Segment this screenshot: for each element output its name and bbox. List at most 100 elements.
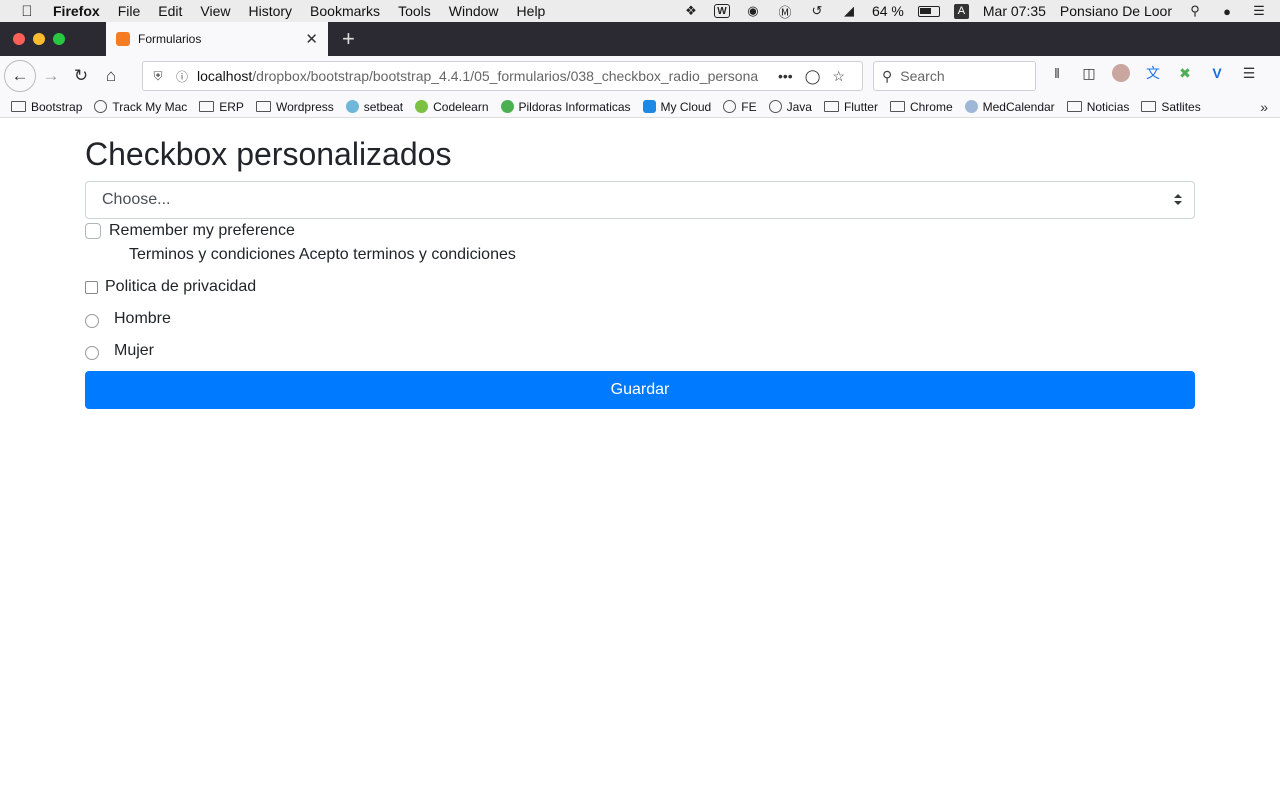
account-avatar-icon[interactable] [1112, 64, 1130, 82]
page-content: Checkbox personalizados Choose... Rememb… [0, 119, 1280, 800]
dropbox-icon[interactable]: ❖ [682, 3, 700, 19]
bookmark-fe[interactable]: FE [723, 99, 757, 114]
wifi-icon[interactable]: ◢ [840, 3, 858, 19]
guardar-button[interactable]: Guardar [85, 371, 1195, 409]
menu-bookmarks[interactable]: Bookmarks [310, 3, 380, 19]
privacy-row: Politica de privacidad [85, 278, 256, 296]
menu-history[interactable]: History [248, 3, 292, 19]
url-text[interactable]: localhost/dropbox/bootstrap/bootstrap_4.… [197, 68, 772, 84]
bookmark-wordpress[interactable]: Wordpress [255, 100, 334, 114]
reload-button[interactable]: ↻ [66, 61, 96, 91]
bookmark-star-icon[interactable]: ☆ [832, 68, 845, 85]
bookmark-java[interactable]: Java [768, 99, 812, 114]
bookmark-label: Noticias [1086, 99, 1130, 114]
bookmark-noticias[interactable]: Noticias [1066, 99, 1130, 114]
folder-icon [1066, 101, 1082, 112]
bookmark-label: setbeat [363, 99, 404, 114]
bookmark-label: Chrome [909, 99, 953, 114]
minimize-window-button[interactable] [33, 33, 45, 45]
bookmark-label: Pildoras Informaticas [518, 99, 631, 114]
translate-icon[interactable]: 文 [1144, 64, 1162, 82]
window-controls [13, 33, 106, 45]
radio-mujer-label[interactable]: Mujer [114, 342, 154, 360]
open-menu-icon[interactable]: ☰ [1240, 64, 1258, 82]
siri-icon[interactable]: ● [1218, 3, 1236, 19]
remember-preference-checkbox[interactable] [85, 223, 101, 239]
terms-text: Terminos y condiciones Acepto terminos y… [129, 246, 516, 263]
site-info-icon[interactable]: ⓘ [173, 68, 191, 85]
home-button[interactable]: ⌂ [96, 61, 126, 91]
page-title: Checkbox personalizados [85, 136, 452, 172]
bookmark-track-my-mac[interactable]: Track My Mac [94, 100, 187, 114]
radio-mujer[interactable] [85, 345, 99, 360]
pocket-icon[interactable]: ◯ [805, 68, 821, 85]
sidebar-icon[interactable]: ◫ [1080, 64, 1098, 82]
radio-hombre[interactable] [85, 313, 99, 328]
new-tab-button[interactable]: + [342, 26, 355, 52]
vimeo-extension-icon[interactable]: V [1208, 64, 1226, 82]
remember-preference-label[interactable]: Remember my preference [109, 222, 295, 240]
folder-icon [889, 101, 905, 112]
search-box[interactable]: ⚲ Search [873, 61, 1036, 91]
bookmark-satlites[interactable]: Satlites [1141, 100, 1201, 114]
medcalendar-icon [964, 100, 978, 113]
menubar-user[interactable]: Ponsiano De Loor [1060, 3, 1172, 19]
globe-icon [94, 100, 108, 113]
time-machine-icon[interactable]: ↺ [808, 3, 826, 19]
bookmark-my-cloud[interactable]: My Cloud [642, 100, 711, 114]
tracking-protection-icon[interactable]: ⛨ [149, 69, 167, 84]
bookmark-chrome[interactable]: Chrome [889, 99, 953, 114]
wd-drive-icon[interactable]: W [713, 4, 730, 18]
bookmark-label: Bootstrap [31, 99, 83, 114]
tab-formularios[interactable]: Formularios ✕ [106, 22, 328, 56]
pildoras-icon [500, 100, 514, 113]
menubar-clock[interactable]: Mar 07:35 [983, 3, 1046, 19]
bookmark-medcalendar[interactable]: MedCalendar [964, 100, 1055, 114]
menu-edit[interactable]: Edit [158, 3, 182, 19]
privacy-label[interactable]: Politica de privacidad [105, 278, 256, 296]
close-tab-icon[interactable]: ✕ [305, 30, 318, 48]
bookmark-label: Java [786, 99, 812, 114]
folder-icon [11, 101, 26, 112]
bookmark-label: Flutter [843, 99, 878, 114]
search-icon: ⚲ [882, 67, 893, 84]
page-actions-icon[interactable]: ••• [778, 68, 793, 85]
privacy-checkbox[interactable] [85, 280, 98, 294]
menu-file[interactable]: File [118, 3, 141, 19]
bookmark-label: ERP [219, 99, 244, 114]
more-bookmarks-chevron-icon[interactable]: » [1260, 99, 1268, 115]
bookmark-erp[interactable]: ERP [199, 100, 244, 114]
back-button[interactable]: ← [4, 60, 36, 92]
bookmark-codelearn[interactable]: Codelearn [415, 100, 489, 114]
bookmark-setbeat[interactable]: setbeat [345, 99, 404, 114]
choose-select[interactable]: Choose... [85, 181, 1195, 219]
bookmark-pildoras-informaticas[interactable]: Pildoras Informaticas [500, 99, 631, 114]
xampp-favicon-icon [116, 32, 130, 46]
menu-tools[interactable]: Tools [398, 3, 431, 19]
apple-icon[interactable]:  [20, 3, 34, 20]
close-window-button[interactable] [13, 33, 25, 45]
forward-button[interactable]: → [36, 61, 66, 91]
bookmark-flutter[interactable]: Flutter [823, 99, 878, 114]
bookmark-bootstrap[interactable]: Bootstrap [11, 100, 82, 114]
menu-app-firefox[interactable]: Firefox [53, 3, 100, 19]
spotlight-search-icon[interactable]: ⚲ [1186, 3, 1204, 19]
battery-level-fill [919, 7, 931, 14]
ghost-icon[interactable]: ◉ [744, 3, 762, 19]
menu-help[interactable]: Help [517, 3, 546, 19]
m-app-icon[interactable]: Ⓜ [776, 3, 794, 20]
battery-icon[interactable] [917, 5, 940, 17]
library-icon[interactable]: ‖ [1048, 64, 1066, 82]
radio-hombre-label[interactable]: Hombre [114, 310, 171, 328]
zoom-window-button[interactable] [53, 33, 65, 45]
input-source-icon[interactable]: A [953, 3, 969, 19]
url-host: localhost [197, 68, 253, 84]
menu-window[interactable]: Window [449, 3, 499, 19]
menu-view[interactable]: View [200, 3, 230, 19]
notification-center-icon[interactable]: ☰ [1250, 3, 1268, 19]
macos-menu-bar:  Firefox File Edit View History Bookmar… [0, 0, 1280, 22]
url-bar[interactable]: ⛨ ⓘ localhost/dropbox/bootstrap/bootstra… [142, 61, 863, 91]
extension-x-icon[interactable]: ✖ [1176, 64, 1194, 82]
bookmark-label: FE [741, 99, 757, 114]
url-actions: ••• ◯ ☆ [778, 68, 845, 85]
